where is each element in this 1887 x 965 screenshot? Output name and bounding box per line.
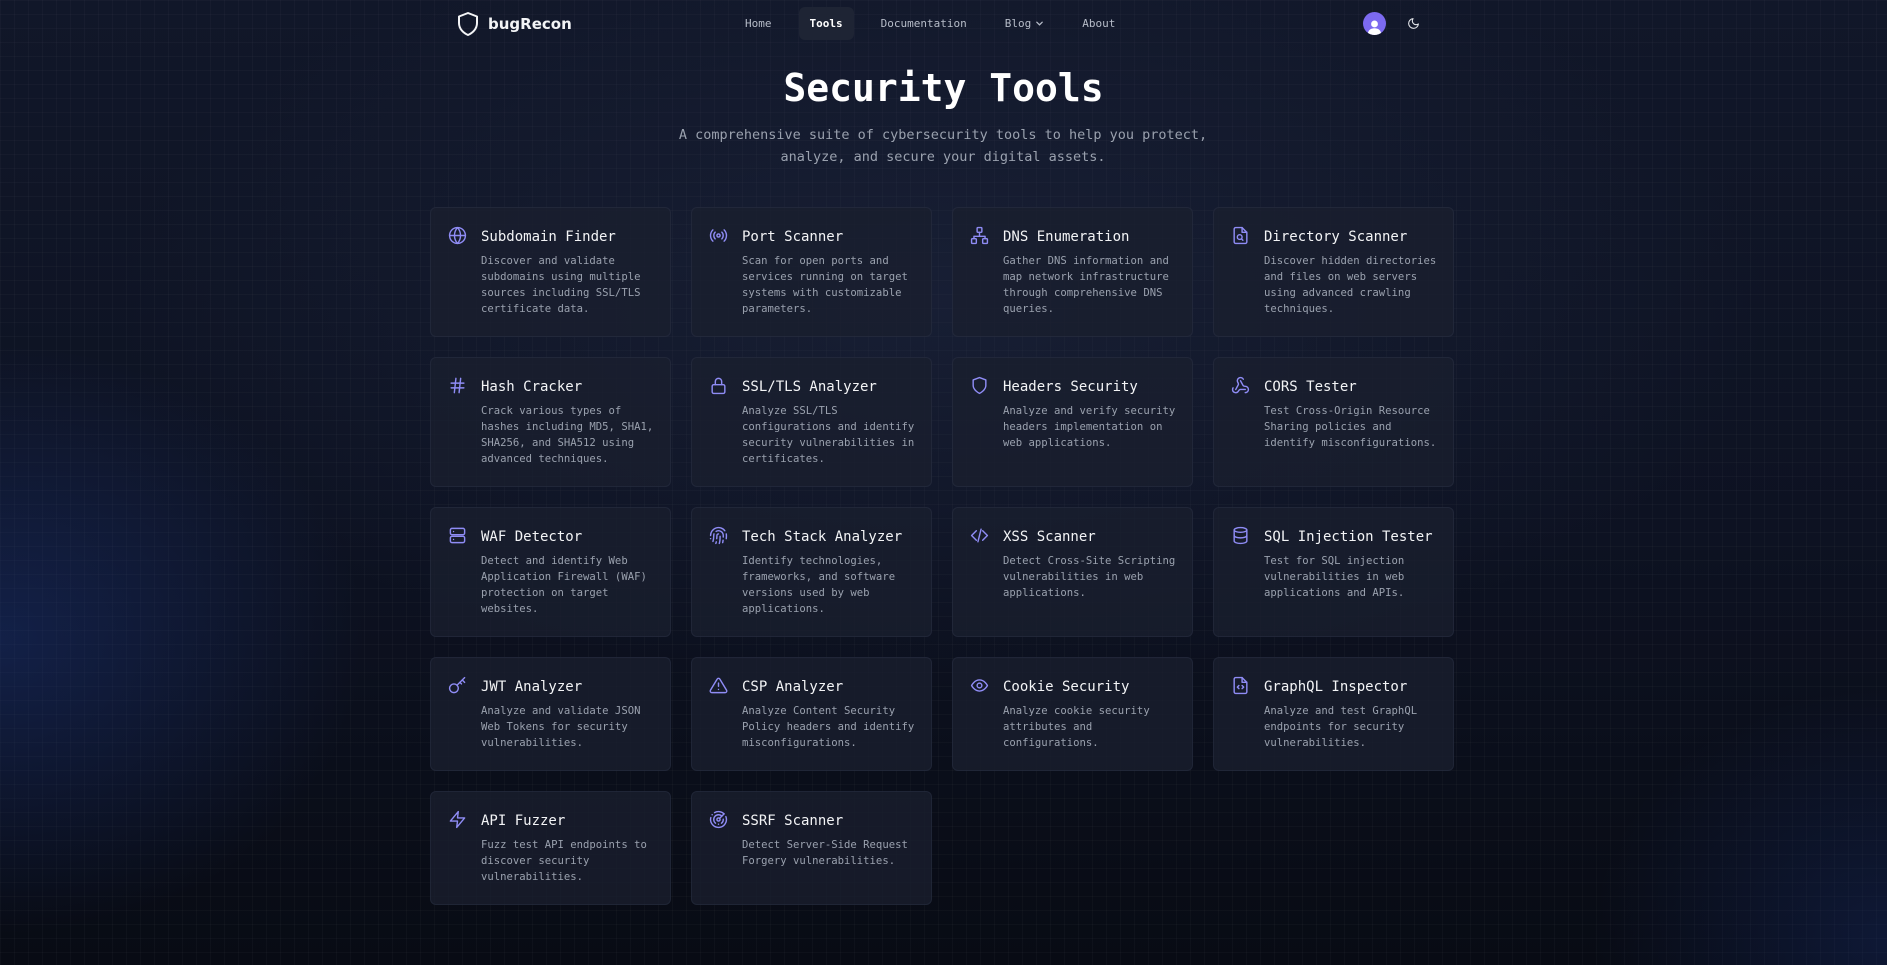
theme-toggle-button[interactable]	[1403, 14, 1423, 34]
tool-card-title: DNS Enumeration	[1003, 229, 1130, 245]
tool-card-title: CSP Analyzer	[742, 679, 844, 695]
nav-blog[interactable]: Blog	[994, 7, 1056, 40]
tool-card-description: Analyze SSL/TLS configurations and ident…	[742, 405, 915, 465]
tool-card-description: Detect Server-Side Request Forgery vulne…	[742, 839, 908, 867]
tool-card-cors-tester[interactable]: CORS Tester Test Cross-Origin Resource Sh…	[1213, 357, 1454, 487]
tool-card-title: WAF Detector	[481, 529, 583, 545]
nav-documentation[interactable]: Documentation	[870, 7, 978, 40]
user-icon	[1367, 20, 1382, 35]
nav-about-label: About	[1082, 17, 1116, 30]
tool-card-headers-security[interactable]: Headers Security Analyze and verify secur…	[952, 357, 1193, 487]
nav-documentation-label: Documentation	[880, 17, 967, 30]
brand-name: bugRecon	[488, 15, 572, 33]
tool-card-description: Crack various types of hashes including …	[481, 405, 654, 465]
tool-card-description: Analyze Content Security Policy headers …	[742, 705, 915, 749]
tool-card-title: CORS Tester	[1264, 379, 1357, 395]
tool-card-title: API Fuzzer	[481, 813, 566, 829]
page-subtitle: A comprehensive suite of cybersecurity t…	[678, 127, 1208, 165]
tool-card-description: Detect and identify Web Application Fire…	[481, 555, 647, 615]
user-avatar[interactable]	[1363, 12, 1386, 35]
zap-icon	[448, 810, 467, 829]
radar-icon	[709, 810, 728, 829]
tool-card-xss-scanner[interactable]: XSS Scanner Detect Cross-Site Scripting v…	[952, 507, 1193, 637]
tool-card-dns-enumeration[interactable]: DNS Enumeration Gather DNS information an…	[952, 207, 1193, 337]
tool-card-cookie-security[interactable]: Cookie Security Analyze cookie security a…	[952, 657, 1193, 771]
tool-card-hash-cracker[interactable]: Hash Cracker Crack various types of hashe…	[430, 357, 671, 487]
tool-card-directory-scanner[interactable]: Directory Scanner Discover hidden directo…	[1213, 207, 1454, 337]
shield-icon	[970, 376, 989, 395]
page-title: Security Tools	[783, 66, 1104, 110]
tool-card-title: SQL Injection Tester	[1264, 529, 1433, 545]
tool-card-description: Scan for open ports and services running…	[742, 255, 908, 315]
database-icon	[1231, 526, 1250, 545]
tool-card-description: Analyze cookie security attributes and c…	[1003, 705, 1150, 749]
lock-icon	[709, 376, 728, 395]
tool-card-title: Cookie Security	[1003, 679, 1130, 695]
tool-card-title: GraphQL Inspector	[1264, 679, 1408, 695]
alert-triangle-icon	[709, 676, 728, 695]
tool-card-csp-analyzer[interactable]: CSP Analyzer Analyze Content Security Pol…	[691, 657, 932, 771]
tool-card-title: XSS Scanner	[1003, 529, 1096, 545]
tool-card-description: Fuzz test API endpoints to discover secu…	[481, 839, 647, 883]
tool-card-description: Identify technologies, frameworks, and s…	[742, 555, 896, 615]
main-menu: Home Tools Documentation Blog About	[734, 7, 1142, 40]
tool-card-graphql-inspector[interactable]: GraphQL Inspector Analyze and test GraphQ…	[1213, 657, 1454, 771]
hash-icon	[448, 376, 467, 395]
tool-card-tech-stack-analyzer[interactable]: Tech Stack Analyzer Identify technologies…	[691, 507, 932, 637]
tool-card-title: JWT Analyzer	[481, 679, 583, 695]
file-code-icon	[1231, 676, 1250, 695]
tool-card-title: Tech Stack Analyzer	[742, 529, 903, 545]
server-icon	[448, 526, 467, 545]
tool-card-title: SSRF Scanner	[742, 813, 844, 829]
tool-card-ssrf-scanner[interactable]: SSRF Scanner Detect Server-Side Request F…	[691, 791, 932, 905]
tool-card-description: Analyze and validate JSON Web Tokens for…	[481, 705, 641, 749]
tool-card-port-scanner[interactable]: Port Scanner Scan for open ports and serv…	[691, 207, 932, 337]
tool-card-title: Port Scanner	[742, 229, 844, 245]
nav-home[interactable]: Home	[734, 7, 783, 40]
tool-card-title: Headers Security	[1003, 379, 1138, 395]
nav-actions	[1363, 12, 1423, 35]
nav-tools-label: Tools	[809, 17, 843, 30]
tool-card-description: Test Cross-Origin Resource Sharing polic…	[1264, 405, 1437, 449]
top-navbar: bugRecon Home Tools Documentation Blog A…	[0, 0, 1887, 48]
tool-card-description: Discover and validate subdomains using m…	[481, 255, 641, 315]
nav-tools[interactable]: Tools	[798, 7, 854, 40]
nav-home-label: Home	[745, 17, 772, 30]
brand-logo[interactable]: bugRecon	[456, 11, 572, 37]
tool-card-ssl-tls-analyzer[interactable]: SSL/TLS Analyzer Analyze SSL/TLS configur…	[691, 357, 932, 487]
nav-about[interactable]: About	[1071, 7, 1126, 40]
tool-card-subdomain-finder[interactable]: Subdomain Finder Discover and validate su…	[430, 207, 671, 337]
tool-card-description: Detect Cross-Site Scripting vulnerabilit…	[1003, 555, 1176, 599]
tool-card-description: Analyze and test GraphQL endpoints for s…	[1264, 705, 1418, 749]
tool-card-jwt-analyzer[interactable]: JWT Analyzer Analyze and validate JSON We…	[430, 657, 671, 771]
tool-card-description: Gather DNS information and map network i…	[1003, 255, 1169, 315]
eye-icon	[970, 676, 989, 695]
code-icon	[970, 526, 989, 545]
tool-card-description: Discover hidden directories and files on…	[1264, 255, 1437, 315]
moon-icon	[1407, 18, 1419, 29]
tools-grid: Subdomain Finder Discover and validate su…	[430, 207, 1457, 905]
fingerprint-icon	[709, 526, 728, 545]
chevron-down-icon	[1036, 21, 1044, 26]
tool-card-title: SSL/TLS Analyzer	[742, 379, 877, 395]
tool-card-title: Subdomain Finder	[481, 229, 616, 245]
tool-card-title: Hash Cracker	[481, 379, 583, 395]
globe-icon	[448, 226, 467, 245]
file-search-icon	[1231, 226, 1250, 245]
tool-card-sql-injection-tester[interactable]: SQL Injection Tester Test for SQL injecti…	[1213, 507, 1454, 637]
webhook-icon	[1231, 376, 1250, 395]
radio-icon	[709, 226, 728, 245]
tool-card-title: Directory Scanner	[1264, 229, 1408, 245]
key-icon	[448, 676, 467, 695]
shield-icon	[458, 12, 478, 36]
nav-blog-label: Blog	[1004, 17, 1032, 30]
tool-card-description: Analyze and verify security headers impl…	[1003, 405, 1176, 449]
tool-card-api-fuzzer[interactable]: API Fuzzer Fuzz test API endpoints to dis…	[430, 791, 671, 905]
network-icon	[970, 226, 989, 245]
tool-card-waf-detector[interactable]: WAF Detector Detect and identify Web Appl…	[430, 507, 671, 637]
tool-card-description: Test for SQL injection vulnerabilities i…	[1264, 555, 1405, 599]
